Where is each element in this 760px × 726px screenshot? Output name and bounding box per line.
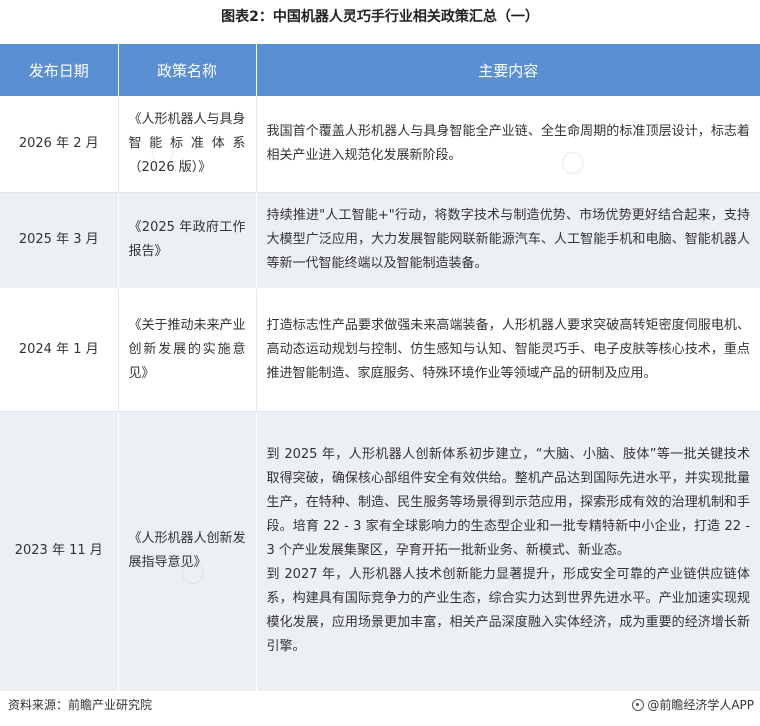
row-content: 持续推进"人工智能+"行动，将数字技术与制造优势、市场优势更好结合起来，支持大模… — [256, 192, 760, 289]
figure-title: 图表2：中国机器人灵巧手行业相关政策汇总（一） — [221, 9, 539, 25]
footer: 资料来源：前瞻产业研究院 @前瞻经济学人APP — [0, 694, 760, 716]
header-date: 发布日期 — [0, 44, 119, 96]
row-date: 2026 年 2 月 — [0, 96, 119, 193]
table-row: 2024 年 1 月 《关于推动未来产业创新发展的实施意见》 打造标志性产品要求… — [0, 288, 760, 412]
content-paragraph: 持续推进"人工智能+"行动，将数字技术与制造优势、市场优势更好结合起来，支持大模… — [266, 208, 751, 271]
row-policy-name: 《关于推动未来产业创新发展的实施意见》 — [118, 288, 257, 412]
row-date: 2024 年 1 月 — [0, 288, 119, 412]
table-header-row: 发布日期 政策名称 主要内容 — [0, 44, 760, 96]
row-policy-name: 《人形机器人与具身智能标准体系（2026 版）》 — [118, 96, 257, 193]
table-row: 2026 年 2 月 《人形机器人与具身智能标准体系（2026 版）》 我国首个… — [0, 96, 760, 193]
content-paragraph: 到 2027 年，人形机器人技术创新能力显著提升，形成安全可靠的产业链供应链体系… — [266, 567, 751, 654]
brand-label: @前瞻经济学人APP — [647, 698, 754, 712]
brand-credit: @前瞻经济学人APP — [632, 696, 754, 713]
row-date: 2023 年 11 月 — [0, 411, 119, 692]
row-content: 我国首个覆盖人形机器人与具身智能全产业链、全生命周期的标准顶层设计，标志着相关产… — [256, 96, 760, 193]
header-policy-name: 政策名称 — [118, 44, 257, 96]
content-paragraph: 到 2025 年，人形机器人创新体系初步建立，“大脑、小脑、肢体”等一批关键技术… — [266, 447, 751, 558]
header-content: 主要内容 — [256, 44, 760, 96]
row-policy-name: 《2025 年政府工作报告》 — [118, 192, 257, 289]
source-note: 资料来源：前瞻产业研究院 — [8, 698, 153, 712]
row-content: 到 2025 年，人形机器人创新体系初步建立，“大脑、小脑、肢体”等一批关键技术… — [256, 411, 760, 692]
qianzhan-logo-icon — [632, 698, 645, 711]
policy-table: 发布日期 政策名称 主要内容 2026 年 2 月 《人形机器人与具身智能标准体… — [0, 44, 760, 692]
row-date: 2025 年 3 月 — [0, 192, 119, 289]
table-row: 2023 年 11 月 《人形机器人创新发展指导意见》 到 2025 年，人形机… — [0, 411, 760, 692]
table-row: 2025 年 3 月 《2025 年政府工作报告》 持续推进"人工智能+"行动，… — [0, 192, 760, 289]
content-paragraph: 我国首个覆盖人形机器人与具身智能全产业链、全生命周期的标准顶层设计，标志着相关产… — [266, 123, 751, 163]
row-policy-name: 《人形机器人创新发展指导意见》 — [118, 411, 257, 692]
content-paragraph: 打造标志性产品要求做强未来高端装备，人形机器人要求突破高转矩密度伺服电机、高动态… — [266, 317, 751, 381]
row-content: 打造标志性产品要求做强未来高端装备，人形机器人要求突破高转矩密度伺服电机、高动态… — [256, 288, 760, 412]
